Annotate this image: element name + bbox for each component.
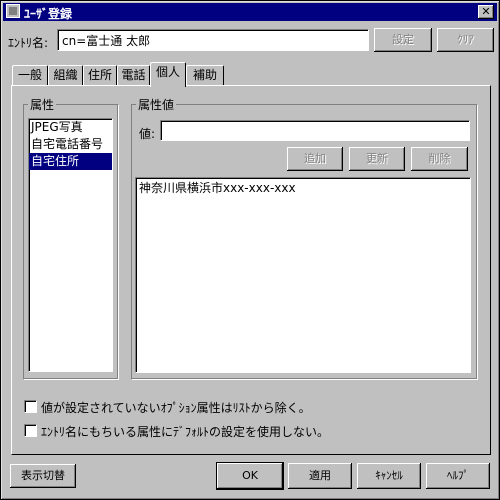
value-item[interactable]: 神奈川県横浜市xxx-xxx-xxx [136, 178, 470, 197]
delete-button[interactable]: 削除 [411, 147, 468, 171]
tab-address[interactable]: 住所 [83, 65, 117, 85]
clear-button[interactable]: ｸﾘｱ [437, 28, 494, 52]
user-registration-window: ﾕｰｻﾞ登録 ✕ ｴﾝﾄﾘ名: cn=富士通 太郎 設定 ｸﾘｱ 一般 組織 住… [0, 0, 500, 500]
set-button[interactable]: 設定 [374, 28, 432, 52]
no-default-label: ｴﾝﾄﾘ名にもちいる属性にﾃﾞﾌｫﾙﾄの設定を使用しない。 [41, 425, 330, 439]
title-bar[interactable]: ﾕｰｻﾞ登録 ✕ [3, 3, 497, 21]
attribute-item-home-address[interactable]: 自宅住所 [29, 153, 112, 170]
ok-button[interactable]: OK [217, 463, 283, 489]
tab-personal[interactable]: 個人 [150, 62, 186, 87]
entry-name-label: ｴﾝﾄﾘ名: [8, 36, 49, 50]
entry-name-field[interactable]: cn=富士通 太郎 [57, 29, 369, 51]
tab-auxiliary[interactable]: 補助 [186, 65, 224, 85]
window-title: ﾕｰｻﾞ登録 [24, 7, 73, 21]
tab-phone[interactable]: 電話 [117, 65, 150, 85]
app-icon [6, 4, 20, 18]
close-button[interactable]: ✕ [478, 5, 494, 19]
no-default-checkbox[interactable] [24, 424, 37, 437]
exclude-unset-label: 値が設定されていないｵﾌﾟｼｮﾝ属性はﾘｽﾄから除く。 [41, 401, 311, 415]
cancel-button[interactable]: ｷｬﾝｾﾙ [357, 463, 421, 489]
attribute-group-title: 属性 [28, 96, 57, 113]
help-button[interactable]: ﾍﾙﾌﾟ [426, 463, 490, 489]
exclude-unset-checkbox[interactable] [24, 400, 37, 413]
attribute-value-group-title: 属性値 [136, 96, 177, 113]
tab-organization[interactable]: 組織 [48, 65, 83, 85]
add-button[interactable]: 追加 [287, 147, 343, 171]
attribute-list[interactable]: JPEG写真 自宅電話番号 自宅住所 [28, 118, 113, 372]
attribute-item-home-phone[interactable]: 自宅電話番号 [29, 136, 112, 153]
toggle-display-button[interactable]: 表示切替 [10, 464, 76, 488]
apply-button[interactable]: 適用 [288, 463, 352, 489]
tab-general[interactable]: 一般 [12, 65, 48, 85]
value-input[interactable] [160, 120, 470, 141]
attribute-item-jpeg-photo[interactable]: JPEG写真 [29, 119, 112, 136]
value-list[interactable]: 神奈川県横浜市xxx-xxx-xxx [135, 177, 471, 373]
value-label: 値: [139, 127, 156, 141]
update-button[interactable]: 更新 [349, 147, 405, 171]
